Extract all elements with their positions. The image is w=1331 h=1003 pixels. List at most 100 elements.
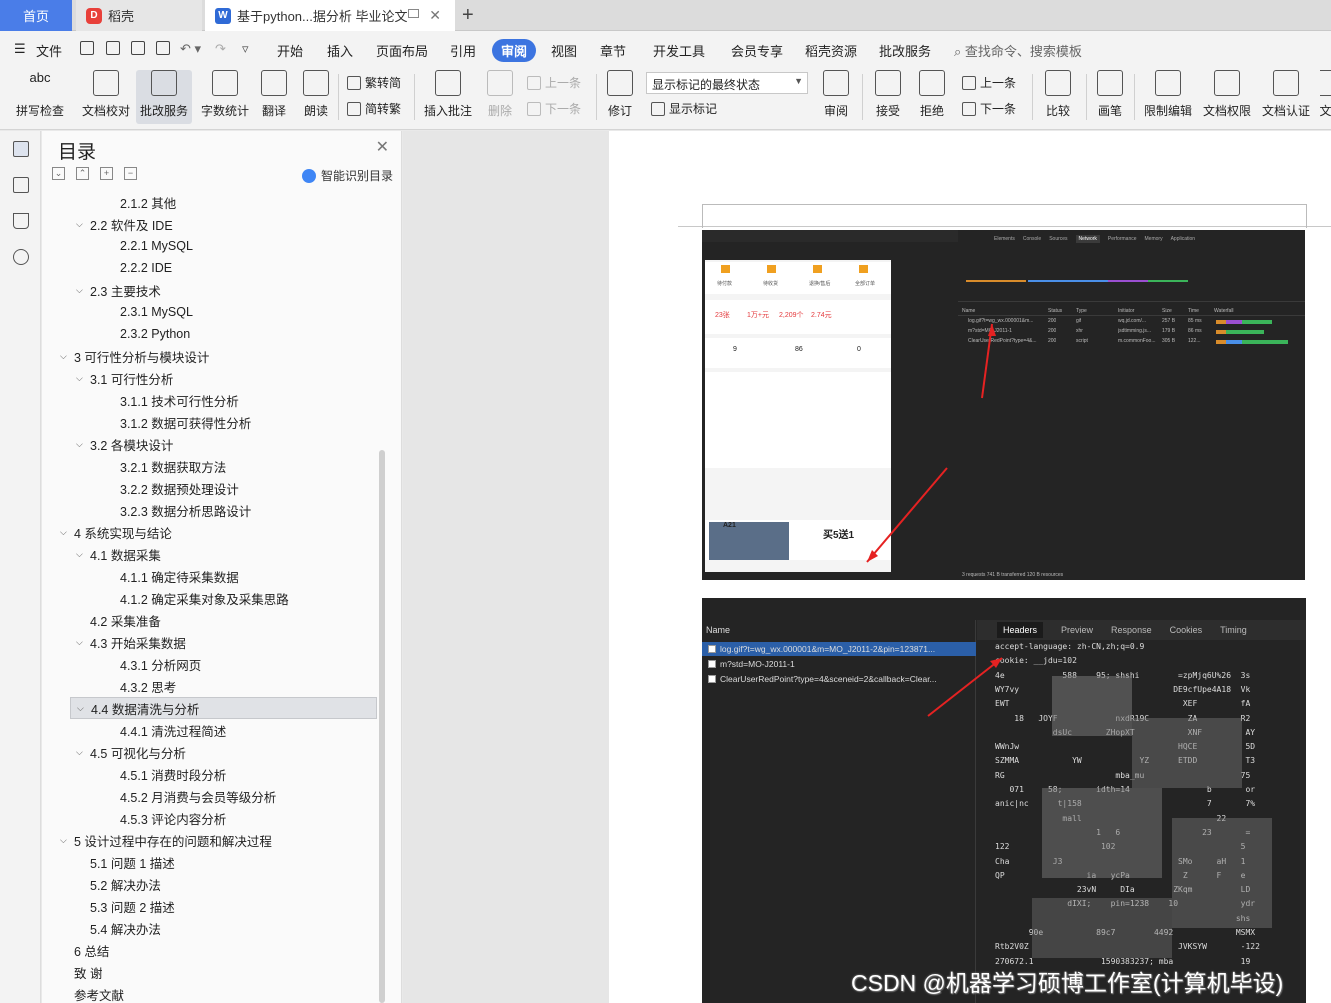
- smart-toc-button[interactable]: 智能识别目录: [301, 167, 393, 184]
- menu-tab-10[interactable]: 批改服务: [879, 41, 931, 60]
- toc-item[interactable]: 2.2.2 IDE: [42, 257, 172, 279]
- chevron-down-icon[interactable]: ⌵: [76, 549, 90, 560]
- toc-item[interactable]: 4.1.2 确定采集对象及采集思路: [42, 587, 289, 609]
- toc-item[interactable]: 2.2.1 MySQL: [42, 235, 193, 257]
- menu-tab-3[interactable]: 引用: [450, 41, 476, 60]
- tab-home[interactable]: 首页: [0, 0, 72, 31]
- pen-button[interactable]: 画笔: [1094, 70, 1126, 124]
- translate-button[interactable]: 翻译: [256, 70, 292, 124]
- spell-check-button[interactable]: abc 拼写检查: [10, 70, 70, 124]
- toc-item[interactable]: 3.1.2 数据可获得性分析: [42, 411, 251, 433]
- toc-item[interactable]: ⌵ 3.2 各模块设计: [42, 433, 173, 455]
- toc-item[interactable]: 4.4.1 清洗过程简述: [42, 719, 226, 741]
- show-markup-button[interactable]: 显示标记: [651, 100, 717, 117]
- toc-item[interactable]: 5.2 解决办法: [42, 873, 161, 895]
- toc-item[interactable]: 2.3.1 MySQL: [42, 301, 193, 323]
- chevron-down-icon[interactable]: ⌵: [77, 703, 91, 714]
- save-icon[interactable]: [80, 41, 94, 55]
- menu-tab-8[interactable]: 会员专享: [731, 41, 783, 60]
- toc-item[interactable]: 3.2.2 数据预处理设计: [42, 477, 239, 499]
- proofread-button[interactable]: 文档校对: [80, 70, 132, 124]
- prev-change-button[interactable]: 上一条: [962, 74, 1016, 91]
- simplified-to-traditional-button[interactable]: 简转繁: [347, 100, 401, 117]
- chevron-down-icon[interactable]: ⌵: [60, 835, 74, 846]
- toc-item[interactable]: ⌵ 3 可行性分析与模块设计: [42, 345, 209, 367]
- toc-item[interactable]: ⌵ 2.2 软件及 IDE: [42, 213, 173, 235]
- menu-tab-5[interactable]: 视图: [551, 41, 577, 60]
- toc-item[interactable]: 5.1 问题 1 描述: [42, 851, 175, 873]
- window-icon[interactable]: [408, 9, 419, 18]
- bookmark-icon[interactable]: [13, 213, 29, 229]
- close-tab-icon[interactable]: ✕: [429, 7, 441, 24]
- toc-item[interactable]: 3.1.1 技术可行性分析: [42, 389, 239, 411]
- toc-item[interactable]: 2.3.2 Python: [42, 323, 190, 345]
- toc-item[interactable]: 参考文献: [42, 983, 124, 1003]
- read-aloud-button[interactable]: 朗读: [300, 70, 332, 124]
- reject-button[interactable]: 拒绝: [914, 70, 950, 124]
- menu-tab-4[interactable]: 审阅: [492, 39, 537, 62]
- chevron-down-icon[interactable]: ⌵: [76, 747, 90, 758]
- toc-item[interactable]: ⌵ 4.3 开始采集数据: [42, 631, 186, 653]
- toc-item[interactable]: 2.1.2 其他: [42, 191, 176, 213]
- close-icon[interactable]: ✕: [376, 137, 389, 157]
- redo-icon[interactable]: ↷: [215, 41, 226, 57]
- tab-daoke[interactable]: D 稻壳: [76, 0, 202, 31]
- next-comment-button[interactable]: 下一条: [527, 100, 581, 117]
- expand-up-icon[interactable]: ⌃: [76, 167, 89, 180]
- menu-tab-1[interactable]: 插入: [327, 41, 353, 60]
- chevron-down-icon[interactable]: ⌵: [76, 285, 90, 296]
- toc-item[interactable]: ⌵ 5 设计过程中存在的问题和解决过程: [42, 829, 272, 851]
- toc-item[interactable]: 4.5.2 月消费与会员等级分析: [42, 785, 276, 807]
- toc-item[interactable]: 4.3.2 思考: [42, 675, 176, 697]
- search-icon[interactable]: [13, 249, 29, 265]
- search-command[interactable]: ⌕ 查找命令、搜索模板: [954, 41, 1082, 60]
- toc-item[interactable]: ⌵ 2.3 主要技术: [42, 279, 161, 301]
- correction-service-button[interactable]: 批改服务: [136, 70, 192, 124]
- toc-item[interactable]: ⌵ 4.4 数据清洗与分析: [70, 697, 377, 719]
- next-change-button[interactable]: 下一条: [962, 100, 1016, 117]
- markup-state-select[interactable]: 显示标记的最终状态 ▼: [646, 72, 808, 94]
- toc-item[interactable]: 5.4 解决办法: [42, 917, 161, 939]
- chevron-down-icon[interactable]: ⌵: [76, 439, 90, 450]
- toc-item[interactable]: ⌵ 4.5 可视化与分析: [42, 741, 186, 763]
- chevron-down-icon[interactable]: ⌵: [60, 527, 74, 538]
- menu-tab-6[interactable]: 章节: [600, 41, 626, 60]
- insert-comment-button[interactable]: 插入批注: [422, 70, 474, 124]
- chapter-icon[interactable]: [13, 177, 29, 193]
- traditional-to-simplified-button[interactable]: 繁转简: [347, 74, 401, 91]
- delete-comment-button[interactable]: 删除: [482, 70, 518, 124]
- toc-item[interactable]: 4.2 采集准备: [42, 609, 161, 631]
- compare-button[interactable]: 比较: [1040, 70, 1076, 124]
- prev-comment-button[interactable]: 上一条: [527, 74, 581, 91]
- outline-icon[interactable]: [13, 141, 29, 157]
- toc-item[interactable]: 3.2.3 数据分析思路设计: [42, 499, 251, 521]
- toc-item[interactable]: ⌵ 3.1 可行性分析: [42, 367, 173, 389]
- chevron-down-icon[interactable]: ⌵: [60, 351, 74, 362]
- undo-icon[interactable]: ↶ ▾: [180, 41, 201, 57]
- chevron-down-icon[interactable]: ⌵: [76, 637, 90, 648]
- new-tab-button[interactable]: +: [462, 4, 474, 27]
- toc-item[interactable]: 6 总结: [42, 939, 109, 961]
- tab-document[interactable]: W 基于python...据分析 毕业论文 ✕: [205, 0, 455, 31]
- overflow-ribbon-button[interactable]: 文: [1320, 70, 1331, 124]
- toc-item[interactable]: 4.5.1 消费时段分析: [42, 763, 226, 785]
- menu-tab-0[interactable]: 开始: [277, 41, 303, 60]
- toc-item[interactable]: 3.2.1 数据获取方法: [42, 455, 226, 477]
- chevron-down-icon[interactable]: ⌵: [76, 373, 90, 384]
- toc-item[interactable]: ⌵ 4.1 数据采集: [42, 543, 161, 565]
- toc-item[interactable]: 4.5.3 评论内容分析: [42, 807, 226, 829]
- customize-chevron-icon[interactable]: ▿: [242, 41, 249, 57]
- word-count-button[interactable]: 字数统计: [198, 70, 252, 124]
- remove-heading-icon[interactable]: −: [124, 167, 137, 180]
- toc-item[interactable]: 5.3 问题 2 描述: [42, 895, 175, 917]
- hamburger-icon[interactable]: ☰: [14, 41, 26, 57]
- track-changes-button[interactable]: 修订: [602, 70, 638, 124]
- chevron-down-icon[interactable]: ⌵: [76, 219, 90, 230]
- toc-item[interactable]: 致 谢: [42, 961, 102, 983]
- menu-file[interactable]: 文件: [36, 41, 62, 60]
- toc-item[interactable]: 4.1.1 确定待采集数据: [42, 565, 239, 587]
- add-heading-icon[interactable]: +: [100, 167, 113, 180]
- toc-item[interactable]: 4.3.1 分析网页: [42, 653, 201, 675]
- restrict-editing-button[interactable]: 限制编辑: [1140, 70, 1196, 124]
- menu-tab-2[interactable]: 页面布局: [376, 41, 428, 60]
